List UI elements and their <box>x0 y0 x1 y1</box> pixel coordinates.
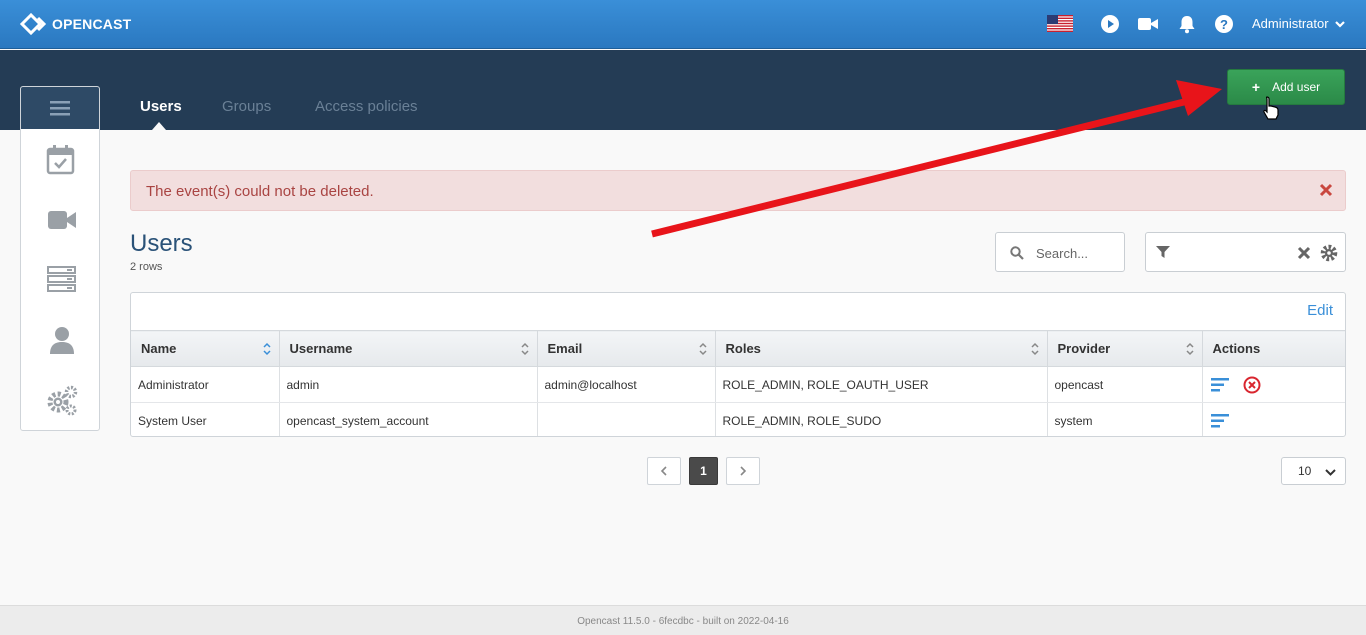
tab-access-policies[interactable]: Access policies <box>315 98 418 115</box>
cell-name: Administrator <box>131 366 280 403</box>
play-icon[interactable] <box>1100 14 1120 34</box>
column-header-roles[interactable]: Roles <box>715 330 1048 367</box>
calendar-check-icon[interactable] <box>46 144 75 175</box>
row-count: 2 rows <box>130 261 163 273</box>
add-user-button[interactable]: + Add user <box>1227 69 1345 105</box>
sort-icon <box>1185 342 1194 356</box>
filter-box[interactable] <box>1145 232 1346 272</box>
details-icon[interactable] <box>1210 377 1229 392</box>
add-user-label: Add user <box>1272 80 1321 94</box>
sort-icon <box>1030 342 1039 356</box>
search-icon <box>1010 246 1024 260</box>
cell-roles: ROLE_ADMIN, ROLE_OAUTH_USER <box>715 366 1048 403</box>
settings-gears-icon[interactable] <box>46 384 78 416</box>
cell-username: admin <box>279 366 538 403</box>
top-bar: OPENCAST ? Administrator <box>0 0 1366 49</box>
search-box <box>995 232 1125 272</box>
user-menu[interactable]: Administrator <box>1252 16 1346 31</box>
details-icon[interactable] <box>1210 413 1229 428</box>
alert-message: The event(s) could not be deleted. <box>146 183 374 200</box>
cell-email: admin@localhost <box>537 366 716 403</box>
side-menu <box>20 86 100 431</box>
user-icon[interactable] <box>49 326 75 355</box>
close-icon[interactable] <box>1319 183 1333 197</box>
server-stack-icon[interactable] <box>47 265 76 293</box>
column-header-name[interactable]: Name <box>131 330 280 367</box>
sort-icon <box>262 342 271 356</box>
brand-name: OPENCAST <box>52 16 132 32</box>
column-header-actions: Actions <box>1202 330 1345 367</box>
chevron-left-icon <box>660 466 667 476</box>
video-camera-icon[interactable] <box>1137 14 1159 34</box>
footer: Opencast 11.5.0 - 6fecdbc - built on 202… <box>0 605 1366 635</box>
cell-provider: opencast <box>1047 366 1203 403</box>
page-size-select[interactable]: 10 <box>1281 457 1346 485</box>
table-header-row: Name Username Email Roles Provider Actio… <box>131 330 1345 367</box>
delete-icon[interactable] <box>1243 376 1261 394</box>
next-page-button[interactable] <box>726 457 760 485</box>
table-row: System User opencast_system_account ROLE… <box>131 402 1345 436</box>
version-info: Opencast 11.5.0 - 6fecdbc - built on 202… <box>577 616 789 627</box>
users-table: Name Username Email Roles Provider Actio… <box>131 330 1345 436</box>
sort-icon <box>698 342 707 356</box>
cell-username: opencast_system_account <box>279 402 538 436</box>
user-name: Administrator <box>1252 16 1329 31</box>
gear-icon[interactable] <box>1320 244 1338 262</box>
active-tab-indicator <box>152 122 166 130</box>
previous-page-button[interactable] <box>647 457 681 485</box>
page-button-current[interactable]: 1 <box>689 457 718 485</box>
help-icon[interactable]: ? <box>1214 14 1234 34</box>
error-alert: The event(s) could not be deleted. <box>130 170 1346 211</box>
tab-users[interactable]: Users <box>140 98 182 115</box>
cell-actions <box>1202 366 1345 403</box>
video-camera-icon[interactable] <box>47 207 77 233</box>
search-input[interactable] <box>1036 243 1118 263</box>
sub-navigation: Users Groups Access policies <box>0 50 1366 130</box>
svg-text:?: ? <box>1220 17 1228 32</box>
cell-roles: ROLE_ADMIN, ROLE_SUDO <box>715 402 1048 436</box>
column-header-username[interactable]: Username <box>279 330 538 367</box>
sort-icon <box>520 342 529 356</box>
edit-link[interactable]: Edit <box>1307 302 1333 319</box>
chevron-down-icon <box>1334 20 1345 28</box>
users-table-container: Edit Name Username Email Roles Provider … <box>130 292 1346 437</box>
cell-email <box>537 402 716 436</box>
hamburger-icon <box>50 101 70 116</box>
opencast-logo-icon <box>20 13 47 35</box>
column-header-email[interactable]: Email <box>537 330 716 367</box>
cell-name: System User <box>131 402 280 436</box>
column-header-provider[interactable]: Provider <box>1047 330 1203 367</box>
notifications-bell-icon[interactable] <box>1177 14 1197 34</box>
pointer-cursor-icon <box>1263 96 1279 120</box>
opencast-logo[interactable]: OPENCAST <box>20 13 131 35</box>
menu-toggle-button[interactable] <box>21 87 99 129</box>
us-flag-icon[interactable] <box>1047 15 1073 32</box>
chevron-right-icon <box>740 466 747 476</box>
filter-icon[interactable] <box>1156 245 1170 259</box>
table-row: Administrator admin admin@localhost ROLE… <box>131 366 1345 403</box>
plus-icon: + <box>1251 79 1261 95</box>
tab-groups[interactable]: Groups <box>222 98 271 115</box>
page-title: Users <box>130 230 193 257</box>
cell-provider: system <box>1047 402 1203 436</box>
page-size-value: 10 <box>1298 464 1312 478</box>
chevron-down-icon <box>1325 469 1336 476</box>
clear-filter-icon[interactable] <box>1297 246 1311 260</box>
cell-actions <box>1202 402 1345 436</box>
